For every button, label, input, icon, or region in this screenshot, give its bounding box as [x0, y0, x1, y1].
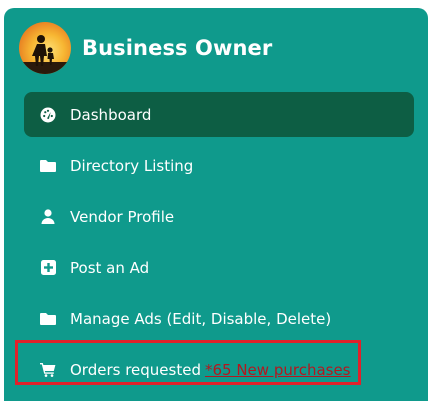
- sidebar-item-label: Post an Ad: [70, 258, 150, 277]
- plus-square-icon: [40, 260, 56, 276]
- sidebar-item-label: Orders requested: [70, 360, 201, 379]
- sidebar-item-directory-listing[interactable]: Directory Listing: [24, 143, 414, 188]
- sidebar-item-manage-ads[interactable]: Manage Ads (Edit, Disable, Delete): [24, 296, 414, 341]
- sidebar-item-orders-requested[interactable]: Orders requested *65 New purchases: [24, 347, 414, 392]
- sidebar-item-label: Directory Listing: [70, 156, 194, 175]
- person-silhouette-sunset-icon: [19, 22, 71, 74]
- sidebar-item-post-an-ad[interactable]: Post an Ad: [24, 245, 414, 290]
- dashboard-gauge-icon: [40, 107, 56, 123]
- sidebar-item-vendor-profile[interactable]: Vendor Profile: [24, 194, 414, 239]
- new-purchases-link[interactable]: *65 New purchases: [205, 361, 351, 379]
- folder-icon: [40, 311, 56, 327]
- sidebar: Business Owner Dashboard Directory Listi…: [4, 8, 428, 401]
- sidebar-item-label: Manage Ads (Edit, Disable, Delete): [70, 309, 332, 328]
- brand-title: Business Owner: [82, 36, 273, 60]
- sidebar-item-dashboard[interactable]: Dashboard: [24, 92, 414, 137]
- brand-header: Business Owner: [19, 22, 272, 74]
- sidebar-item-label: Dashboard: [70, 105, 152, 124]
- cart-icon: [40, 362, 56, 378]
- sidebar-item-label: Vendor Profile: [70, 207, 175, 226]
- sidebar-nav: Dashboard Directory Listing Vendor Profi…: [24, 92, 414, 398]
- avatar: [19, 22, 71, 74]
- folder-icon: [40, 158, 56, 174]
- user-icon: [40, 209, 56, 225]
